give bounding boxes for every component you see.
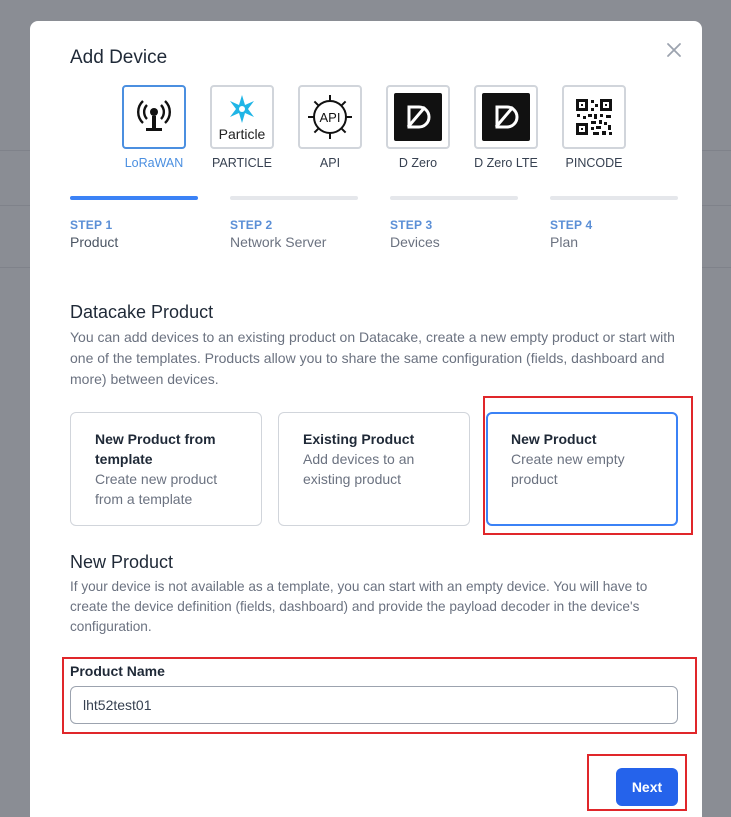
step-number: STEP 1 bbox=[70, 218, 113, 232]
device-type-tile bbox=[474, 85, 538, 149]
option-description: Create new empty product bbox=[511, 451, 625, 487]
modal-title: Add Device bbox=[70, 47, 168, 68]
svg-text:API: API bbox=[320, 110, 341, 125]
device-type-selector: LoRaWAN Particle PARTICLE API API D Zero… bbox=[110, 85, 638, 170]
device-type-tile bbox=[562, 85, 626, 149]
step-network-server[interactable]: STEP 2 Network Server bbox=[230, 196, 358, 250]
product-name-label: Product Name bbox=[70, 663, 165, 679]
add-device-modal: Add Device LoRaWAN Particle PARTICLE API… bbox=[30, 21, 702, 817]
close-button[interactable] bbox=[663, 39, 685, 61]
particle-logo-icon: Particle bbox=[219, 95, 266, 142]
option-title: New Product bbox=[511, 431, 597, 447]
device-type-api[interactable]: API API bbox=[286, 85, 374, 170]
device-type-label: API bbox=[319, 156, 341, 170]
device-type-lorawan[interactable]: LoRaWAN bbox=[110, 85, 198, 170]
product-name-input[interactable] bbox=[70, 686, 678, 724]
step-number: STEP 3 bbox=[390, 218, 433, 232]
step-progress-bar bbox=[70, 196, 198, 200]
option-new-product-from-template[interactable]: New Product from template Create new pro… bbox=[70, 412, 262, 526]
datacake-product-heading: Datacake Product bbox=[70, 302, 214, 322]
new-product-description: If your device is not available as a tem… bbox=[70, 579, 648, 634]
step-name: Plan bbox=[550, 234, 579, 250]
step-progress-bar bbox=[230, 196, 358, 200]
device-type-label: PARTICLE bbox=[212, 156, 272, 170]
option-title: Existing Product bbox=[303, 431, 415, 447]
device-type-label: PINCODE bbox=[565, 156, 623, 170]
step-name: Product bbox=[70, 234, 119, 250]
step-devices[interactable]: STEP 3 Devices bbox=[390, 196, 518, 250]
device-type-tile: API bbox=[298, 85, 362, 149]
step-name: Devices bbox=[390, 234, 440, 250]
option-title: New Product from template bbox=[95, 431, 216, 467]
dzero-logo-icon bbox=[406, 105, 431, 129]
option-existing-product[interactable]: Existing Product Add devices to an exist… bbox=[278, 412, 470, 526]
next-button[interactable]: Next bbox=[616, 768, 678, 806]
product-options: New Product from template Create new pro… bbox=[70, 412, 678, 526]
step-plan[interactable]: STEP 4 Plan bbox=[550, 196, 678, 250]
close-icon bbox=[667, 43, 681, 57]
option-description: Add devices to an existing product bbox=[303, 451, 415, 487]
option-description: Create new product from a template bbox=[95, 471, 218, 507]
lorawan-antenna-icon bbox=[137, 100, 171, 131]
step-progress-bar bbox=[550, 196, 678, 200]
datacake-product-description: You can add devices to an existing produ… bbox=[70, 329, 675, 387]
device-type-label: LoRaWAN bbox=[124, 156, 184, 170]
new-product-heading: New Product bbox=[70, 552, 174, 572]
step-number: STEP 2 bbox=[230, 218, 273, 232]
device-type-dzero-lte[interactable]: D Zero LTE bbox=[462, 85, 550, 170]
svg-text:Particle: Particle bbox=[219, 126, 266, 142]
wizard-steps: STEP 1 Product STEP 2 Network Server STE… bbox=[70, 196, 678, 250]
device-type-particle[interactable]: Particle PARTICLE bbox=[198, 85, 286, 170]
device-type-dzero[interactable]: D Zero bbox=[374, 85, 462, 170]
step-product[interactable]: STEP 1 Product bbox=[70, 196, 198, 250]
device-type-label: D Zero LTE bbox=[474, 156, 538, 170]
qr-code-icon bbox=[576, 99, 612, 135]
step-name: Network Server bbox=[230, 234, 327, 250]
dzero-lte-logo-icon bbox=[494, 105, 519, 129]
step-progress-bar bbox=[390, 196, 518, 200]
device-type-tile bbox=[386, 85, 450, 149]
device-type-pincode[interactable]: PINCODE bbox=[550, 85, 638, 170]
api-gear-icon: API bbox=[308, 95, 352, 139]
device-type-tile bbox=[122, 85, 186, 149]
device-type-tile: Particle bbox=[210, 85, 274, 149]
option-new-product[interactable]: New Product Create new empty product bbox=[486, 412, 678, 526]
device-type-label: D Zero bbox=[398, 156, 438, 170]
step-number: STEP 4 bbox=[550, 218, 593, 232]
